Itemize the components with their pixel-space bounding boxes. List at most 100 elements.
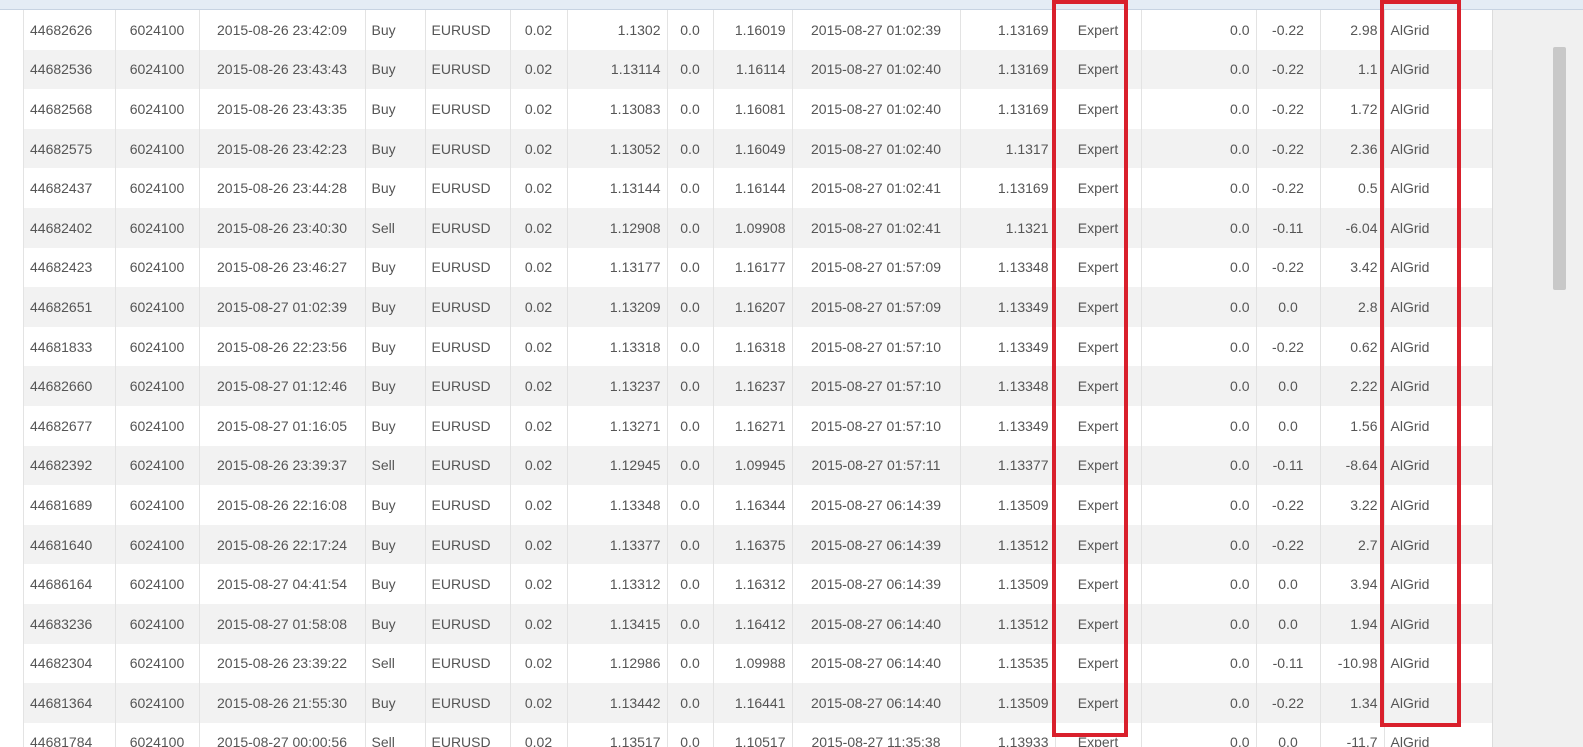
cell-close-price: 1.13377	[960, 445, 1056, 486]
cell-sl: 0.0	[667, 287, 714, 327]
cell-sl: 0.0	[667, 643, 714, 684]
table-row[interactable]: 44681833 6024100 2015-08-26 22:23:56 Buy EUR…	[24, 326, 1493, 367]
cell-comment: Expert	[1055, 207, 1142, 248]
cell-sl: 0.0	[667, 326, 714, 367]
cell-type: Buy	[365, 366, 426, 406]
cell-swap: 0.0	[1256, 603, 1321, 644]
cell-close-time: 2015-08-27 01:57:09	[792, 247, 961, 288]
cell-magic: AlGrid	[1384, 524, 1493, 565]
table-row[interactable]: 44683236 6024100 2015-08-27 01:58:08 Buy EUR…	[24, 603, 1493, 644]
cell-sl: 0.0	[667, 564, 714, 604]
table-row[interactable]: 44682626 6024100 2015-08-26 23:42:09 Buy EUR…	[24, 10, 1493, 50]
cell-symbol: EURUSD	[425, 207, 511, 248]
cell-volume: 0.02	[510, 128, 568, 169]
cell-open-price: 1.1302	[567, 10, 668, 50]
cell-sl: 0.0	[667, 485, 714, 525]
table-row[interactable]: 44681640 6024100 2015-08-26 22:17:24 Buy EUR…	[24, 524, 1493, 565]
cell-comment: Expert	[1055, 485, 1142, 525]
cell-commission: 0.0	[1141, 564, 1257, 604]
cell-volume: 0.02	[510, 287, 568, 327]
cell-close-price: 1.13169	[960, 49, 1056, 90]
table-row[interactable]: 44682568 6024100 2015-08-26 23:43:35 Buy EUR…	[24, 89, 1493, 129]
cell-swap: 0.0	[1256, 366, 1321, 406]
table-row[interactable]: 44682660 6024100 2015-08-27 01:12:46 Buy EUR…	[24, 366, 1493, 406]
cell-volume: 0.02	[510, 445, 568, 486]
table-row[interactable]: 44681689 6024100 2015-08-26 22:16:08 Buy EUR…	[24, 485, 1493, 525]
cell-swap: -0.22	[1256, 49, 1321, 90]
table-row[interactable]: 44682575 6024100 2015-08-26 23:42:23 Buy EUR…	[24, 128, 1493, 169]
cell-close-price: 1.13509	[960, 485, 1056, 525]
cell-commission: 0.0	[1141, 326, 1257, 367]
cell-magic: AlGrid	[1384, 643, 1493, 684]
cell-close-time: 2015-08-27 01:02:40	[792, 49, 961, 90]
cell-open-time: 2015-08-27 04:41:54	[199, 564, 366, 604]
cell-tp: 1.16412	[713, 603, 793, 644]
cell-volume: 0.02	[510, 405, 568, 446]
table-row[interactable]: 44682402 6024100 2015-08-26 23:40:30 Sell EU…	[24, 207, 1493, 248]
cell-commission: 0.0	[1141, 10, 1257, 50]
cell-comment: Expert	[1055, 89, 1142, 129]
cell-magic: AlGrid	[1384, 683, 1493, 723]
table-row[interactable]: 44682392 6024100 2015-08-26 23:39:37 Sell EU…	[24, 445, 1493, 486]
cell-swap: -0.11	[1256, 643, 1321, 684]
cell-ticket: 44682575	[24, 128, 116, 169]
cell-magic: AlGrid	[1384, 10, 1493, 50]
cell-close-price: 1.13512	[960, 524, 1056, 565]
cell-sl: 0.0	[667, 168, 714, 208]
table-row[interactable]: 44682536 6024100 2015-08-26 23:43:43 Buy EUR…	[24, 49, 1493, 90]
cell-comment: Expert	[1055, 722, 1142, 747]
cell-profit: 1.34	[1320, 683, 1385, 723]
table-row[interactable]: 44686164 6024100 2015-08-27 04:41:54 Buy EUR…	[24, 564, 1493, 604]
table-row[interactable]: 44681364 6024100 2015-08-26 21:55:30 Buy EUR…	[24, 683, 1493, 723]
cell-profit: 3.42	[1320, 247, 1385, 288]
cell-ticket: 44682626	[24, 10, 116, 50]
table-row[interactable]: 44682437 6024100 2015-08-26 23:44:28 Buy EUR…	[24, 168, 1493, 208]
table-row[interactable]: 44682423 6024100 2015-08-26 23:46:27 Buy EUR…	[24, 247, 1493, 288]
table-row[interactable]: 44681784 6024100 2015-08-27 00:00:56 Sell EU…	[24, 722, 1493, 747]
cell-open-price: 1.12986	[567, 643, 668, 684]
left-gutter	[0, 10, 23, 747]
vertical-scrollbar-thumb[interactable]	[1553, 47, 1566, 290]
vertical-scrollbar-track[interactable]	[1492, 10, 1583, 747]
cell-open-time: 2015-08-26 23:46:27	[199, 247, 366, 288]
cell-comment: Expert	[1055, 683, 1142, 723]
cell-open-time: 2015-08-26 23:42:23	[199, 128, 366, 169]
cell-magic: AlGrid	[1384, 564, 1493, 604]
cell-open-price: 1.13237	[567, 366, 668, 406]
cell-tp: 1.16344	[713, 485, 793, 525]
cell-ticket: 44686164	[24, 564, 116, 604]
table-body: 44682626 6024100 2015-08-26 23:42:09 Buy EUR…	[24, 10, 1493, 747]
table-row[interactable]: 44682677 6024100 2015-08-27 01:16:05 Buy EUR…	[24, 405, 1493, 446]
cell-magic: AlGrid	[1384, 405, 1493, 446]
cell-profit: -6.04	[1320, 207, 1385, 248]
cell-ticket: 44682651	[24, 287, 116, 327]
cell-close-price: 1.13933	[960, 722, 1056, 747]
cell-volume: 0.02	[510, 247, 568, 288]
cell-open-time: 2015-08-27 01:12:46	[199, 366, 366, 406]
cell-swap: -0.22	[1256, 89, 1321, 129]
cell-volume: 0.02	[510, 683, 568, 723]
cell-tp: 1.16441	[713, 683, 793, 723]
cell-open-price: 1.13177	[567, 247, 668, 288]
table-row[interactable]: 44682304 6024100 2015-08-26 23:39:22 Sell EU…	[24, 643, 1493, 684]
cell-sl: 0.0	[667, 445, 714, 486]
window-top-bar	[0, 0, 1583, 10]
cell-close-price: 1.13509	[960, 564, 1056, 604]
cell-magic: AlGrid	[1384, 445, 1493, 486]
cell-commission: 0.0	[1141, 643, 1257, 684]
cell-profit: 3.94	[1320, 564, 1385, 604]
cell-commission: 0.0	[1141, 287, 1257, 327]
cell-tp: 1.16144	[713, 168, 793, 208]
table-row[interactable]: 44682651 6024100 2015-08-27 01:02:39 Buy EUR…	[24, 287, 1493, 327]
cell-login: 6024100	[115, 287, 200, 327]
cell-profit: 2.98	[1320, 10, 1385, 50]
cell-login: 6024100	[115, 49, 200, 90]
cell-login: 6024100	[115, 128, 200, 169]
cell-type: Sell	[365, 445, 426, 486]
cell-close-time: 2015-08-27 01:57:09	[792, 287, 961, 327]
cell-swap: 0.0	[1256, 722, 1321, 747]
cell-magic: AlGrid	[1384, 326, 1493, 367]
cell-close-time: 2015-08-27 01:02:41	[792, 168, 961, 208]
cell-ticket: 44682660	[24, 366, 116, 406]
cell-open-price: 1.13209	[567, 287, 668, 327]
